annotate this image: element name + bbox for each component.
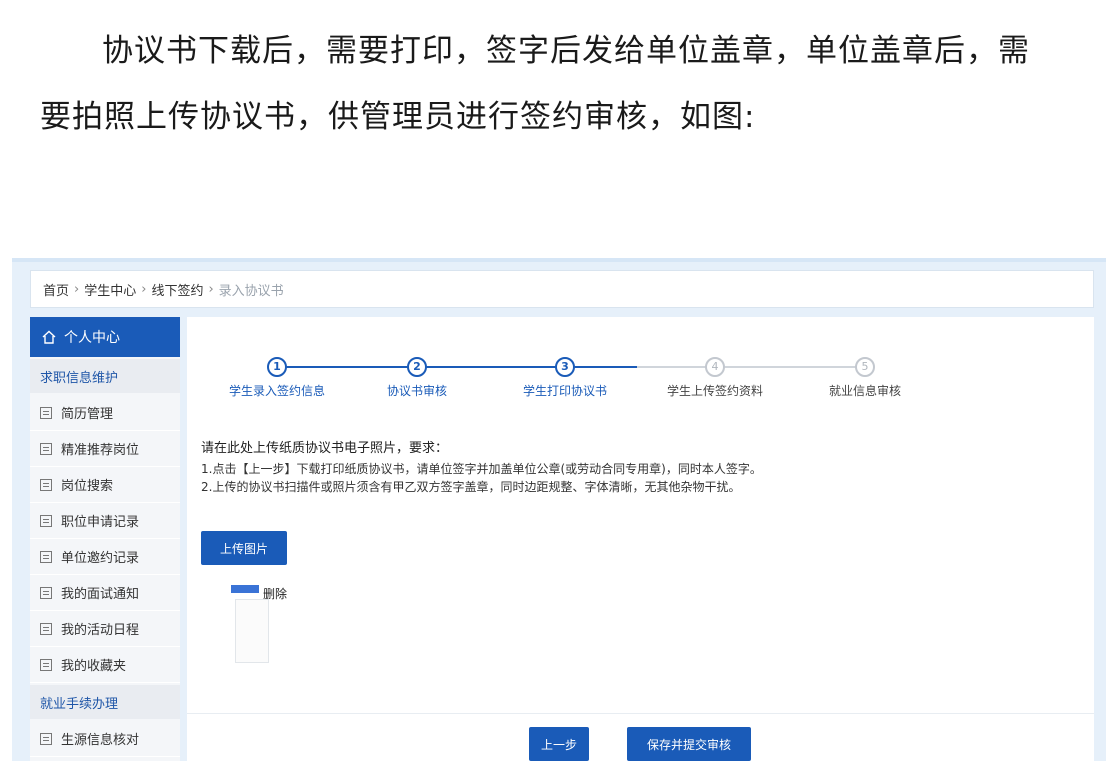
sidebar: 个人中心 求职信息维护 简历管理 精准推荐岗位 岗位搜索 职位申请记录 单位邀约… [30,317,180,761]
sidebar-item-schedule[interactable]: 我的活动日程 [30,611,180,647]
sidebar-item-source-info[interactable]: 生源信息核对 [30,721,180,757]
sidebar-header-label: 个人中心 [64,330,120,346]
progress-steps: 1 学生录入签约信息 2 协议书审核 3 学生打印协议书 4 学生上传签约资料 … [217,357,917,407]
sidebar-item-interviews[interactable]: 我的面试通知 [30,575,180,611]
step-label: 学生上传签约资料 [666,384,763,398]
sidebar-item-label: 单位邀约记录 [61,551,140,566]
step-label: 协议书审核 [386,384,447,398]
step-4: 4 学生上传签约资料 [655,357,775,399]
document-icon [40,732,52,745]
document-icon [40,514,52,527]
document-icon [40,442,52,455]
document-icon [40,406,52,419]
breadcrumb-student-center[interactable]: 学生中心 [84,280,136,299]
document-icon [40,550,52,563]
requirement-line-1: 1.点击【上一步】下载打印纸质协议书，请单位签字并加盖单位公章(或劳动合同专用章… [201,462,762,476]
step-number: 1 [267,357,287,377]
screenshot-frame: 首页 › 学生中心 › 线下签约 › 录入协议书 个人中心 求职信息维护 简历管… [12,258,1106,761]
step-1: 1 学生录入签约信息 [217,357,337,399]
requirements-heading: 请在此处上传纸质协议书电子照片，要求： [201,441,449,456]
step-number: 2 [407,357,427,377]
sidebar-item-label: 简历管理 [61,407,114,422]
step-number: 4 [705,357,725,377]
document-preview-image[interactable] [235,599,269,663]
save-submit-button[interactable]: 保存并提交审核 [627,727,751,761]
requirement-line-2: 2.上传的协议书扫描件或照片须含有甲乙双方签字盖章，同时边距规整、字体清晰，无其… [201,480,741,494]
step-label: 学生打印协议书 [522,384,607,398]
upload-image-button[interactable]: 上传图片 [201,531,287,565]
chevron-right-icon: › [208,281,214,297]
breadcrumb-current: 录入协议书 [218,283,284,299]
step-5: 5 就业信息审核 [805,357,925,399]
sidebar-item-invitations[interactable]: 单位邀约记录 [30,539,180,575]
uploaded-image-thumbnail: 删除 [201,585,291,675]
document-icon [40,478,52,491]
breadcrumb-offline-sign[interactable]: 线下签约 [151,280,203,299]
upload-requirements: 请在此处上传纸质协议书电子照片，要求： 1.点击【上一步】下载打印纸质协议书，请… [201,440,762,496]
chevron-right-icon: › [141,281,147,297]
sidebar-item-job-search[interactable]: 岗位搜索 [30,467,180,503]
step-label: 学生录入签约信息 [228,384,325,398]
step-number: 5 [855,357,875,377]
home-icon [42,330,56,344]
document-icon [40,622,52,635]
step-3: 3 学生打印协议书 [505,357,625,399]
sidebar-item-applications[interactable]: 职位申请记录 [30,503,180,539]
sidebar-item-resume[interactable]: 简历管理 [30,395,180,431]
sidebar-item-label: 精准推荐岗位 [61,443,140,458]
breadcrumb-home[interactable]: 首页 [43,280,69,299]
sidebar-item-label: 我的面试通知 [61,587,140,602]
main-panel: 1 学生录入签约信息 2 协议书审核 3 学生打印协议书 4 学生上传签约资料 … [187,317,1094,761]
sidebar-group-job-info[interactable]: 求职信息维护 [30,359,180,393]
sidebar-group-procedures[interactable]: 就业手续办理 [30,685,180,719]
document-icon [40,586,52,599]
chevron-right-icon: › [74,281,80,297]
previous-step-button[interactable]: 上一步 [529,727,589,761]
step-2: 2 协议书审核 [357,357,477,399]
intro-text: 协议书下载后，需要打印，签字后发给单位盖章，单位盖章后，需要拍照上传协议书，供管… [40,33,1030,135]
sidebar-item-label: 我的收藏夹 [61,659,127,674]
step-label: 就业信息审核 [828,384,901,398]
sidebar-item-label: 生源信息核对 [61,733,140,748]
breadcrumb: 首页 › 学生中心 › 线下签约 › 录入协议书 [30,270,1094,308]
sidebar-item-label: 我的活动日程 [61,623,140,638]
document-icon [40,658,52,671]
sidebar-item-label: 职位申请记录 [61,515,140,530]
sidebar-item-label: 岗位搜索 [61,479,114,494]
step-number: 3 [555,357,575,377]
sidebar-item-favorites[interactable]: 我的收藏夹 [30,647,180,683]
sidebar-item-recommended[interactable]: 精准推荐岗位 [30,431,180,467]
sidebar-header[interactable]: 个人中心 [30,317,180,357]
thumbnail-tag [231,585,259,593]
